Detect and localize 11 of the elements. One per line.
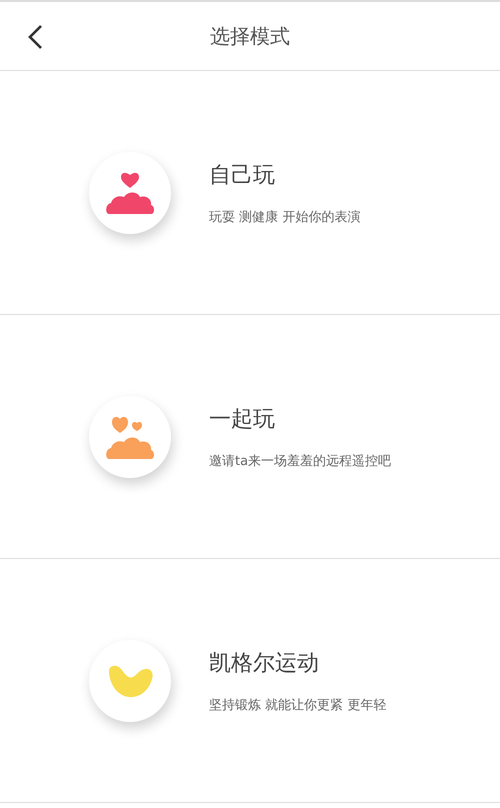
mode-description: 邀请ta来一场羞羞的远程遥控吧: [209, 452, 392, 470]
mode-option[interactable]: 凯格尔运动 坚持锻炼 就能让你更紧 更年轻: [0, 559, 500, 803]
mode-description: 玩耍 测健康 开始你的表演: [209, 208, 360, 226]
mode-title: 一起玩: [209, 406, 276, 434]
mode-title: 自己玩: [209, 162, 276, 190]
mode-option[interactable]: 一起玩 邀请ta来一场羞羞的远程遥控吧: [0, 315, 500, 559]
back-icon[interactable]: [27, 24, 43, 50]
mode-description: 坚持锻炼 就能让你更紧 更年轻: [209, 696, 386, 714]
mode-title: 凯格尔运动: [209, 650, 320, 678]
mode-option[interactable]: 自己玩 玩耍 测健康 开始你的表演: [0, 71, 500, 315]
page-title: 选择模式: [210, 22, 290, 50]
